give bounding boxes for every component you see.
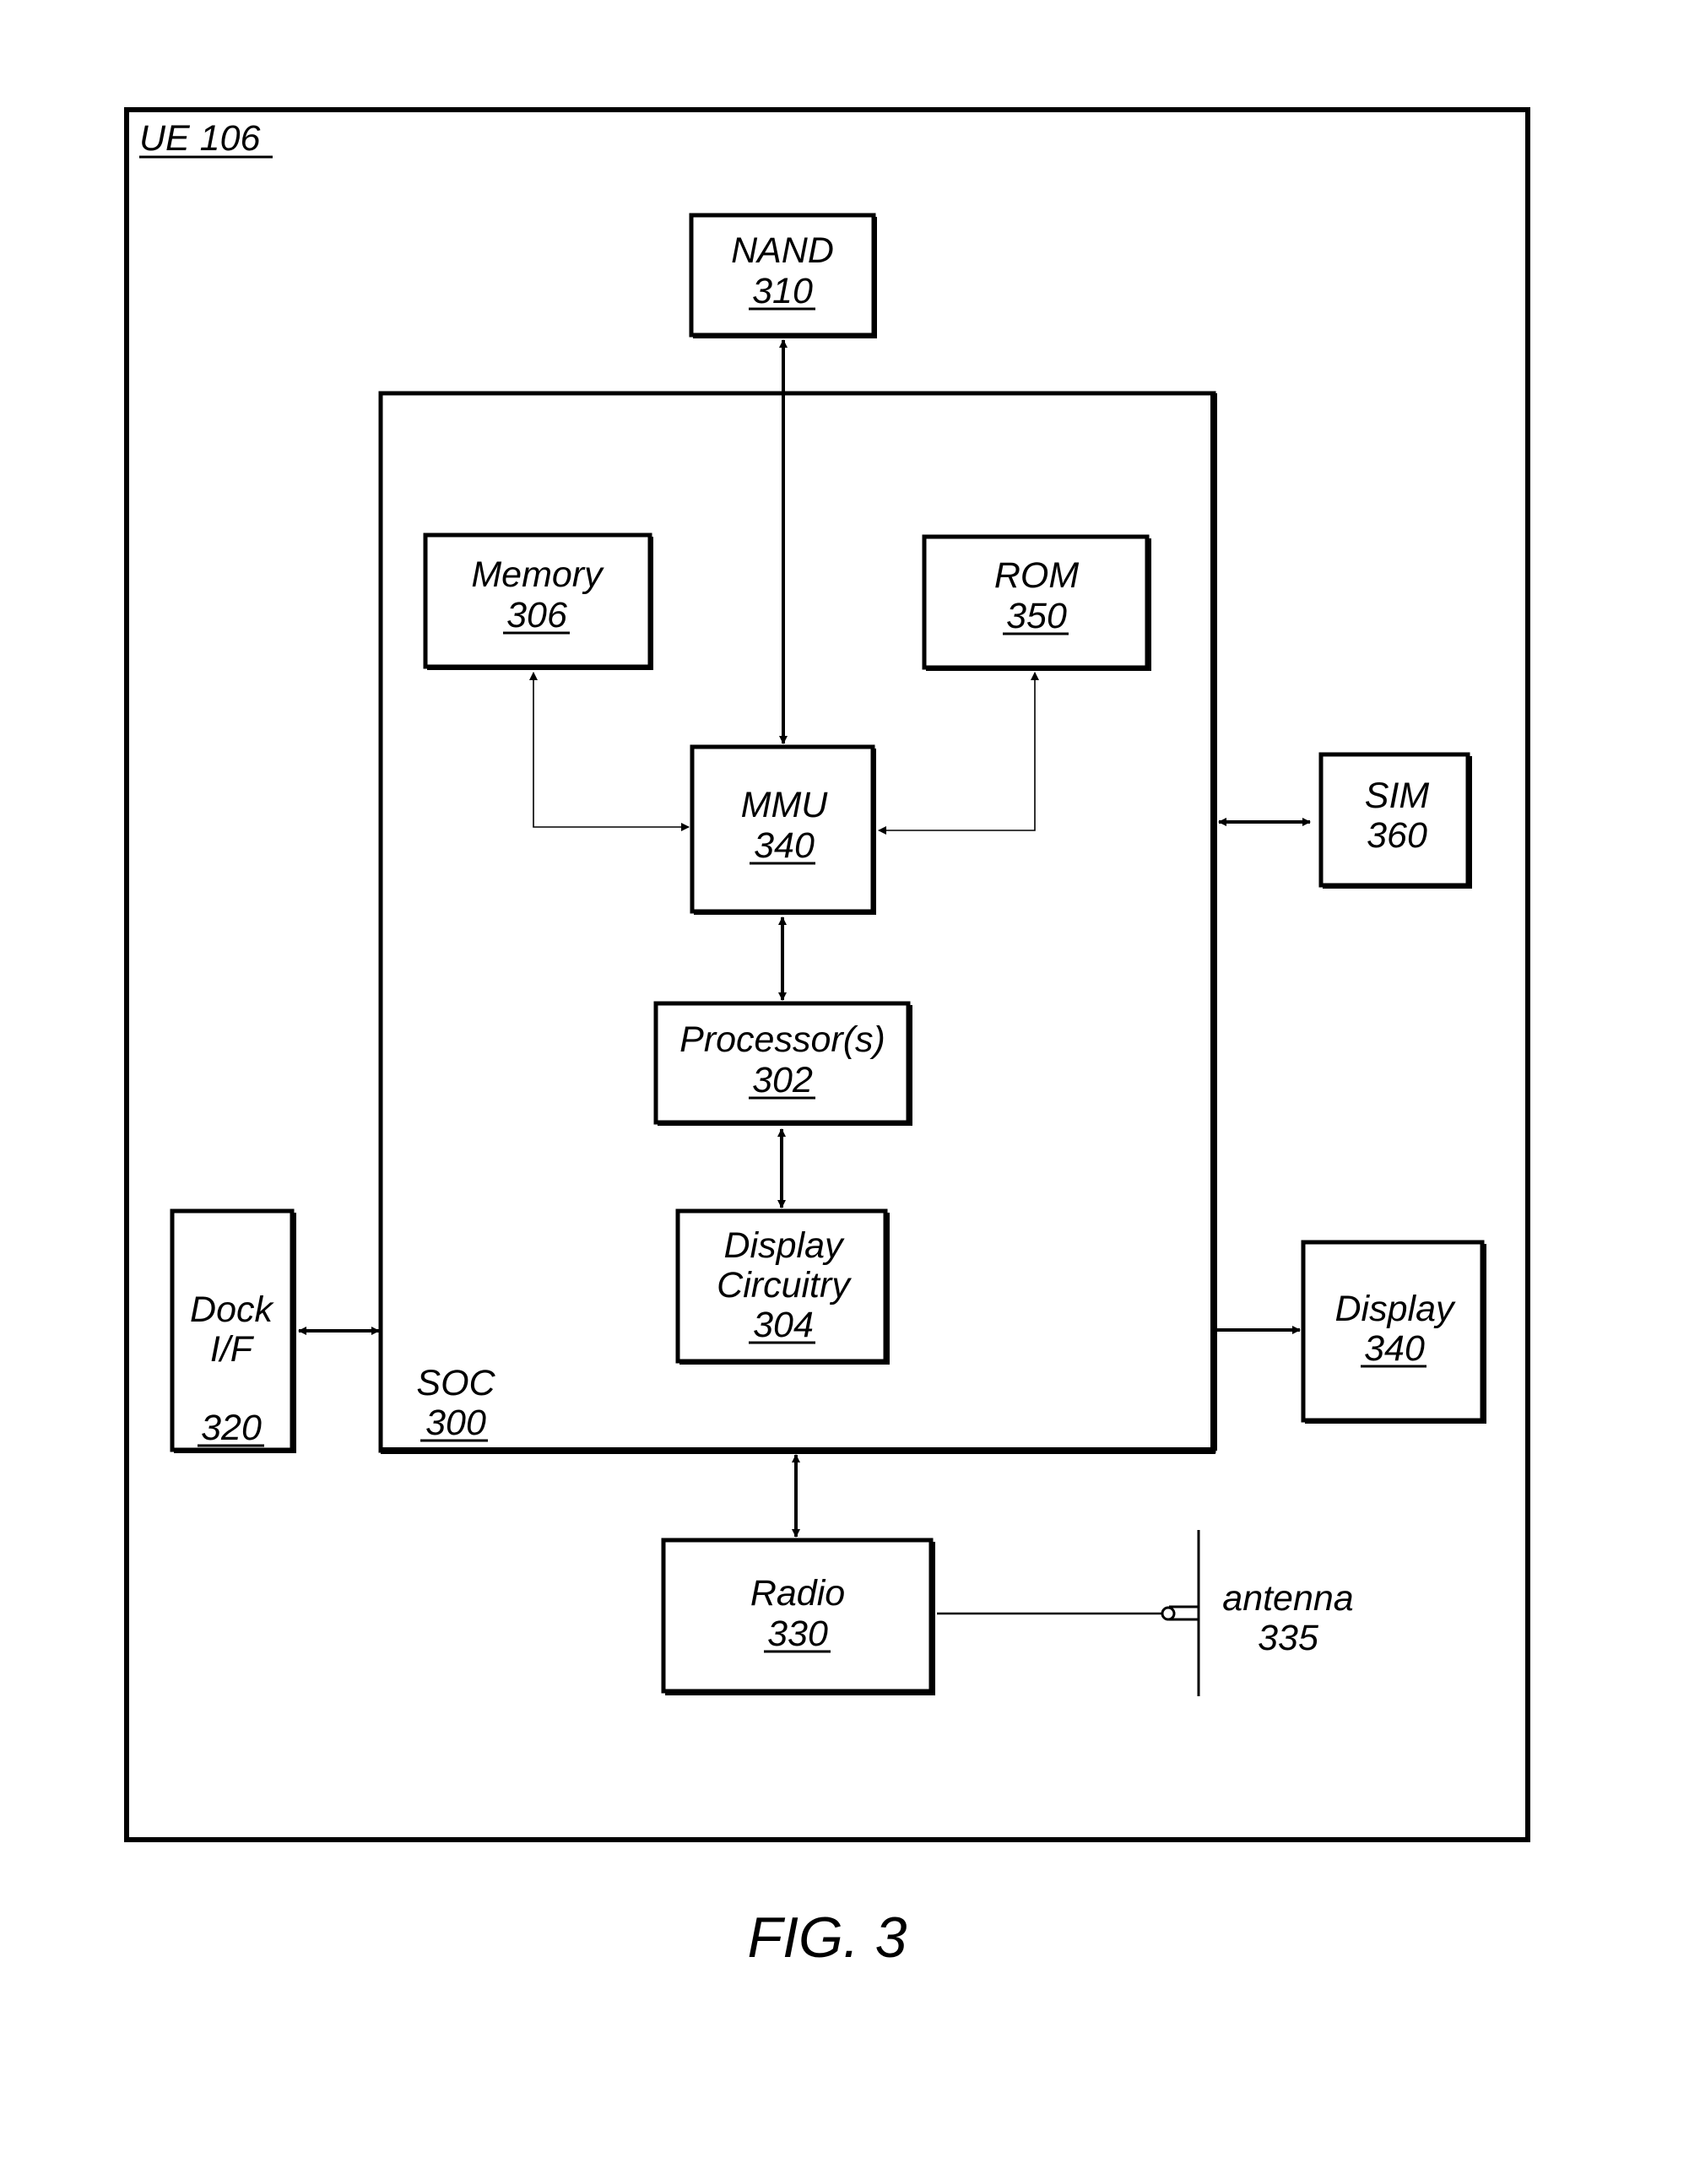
ue-label: UE 106	[139, 118, 261, 159]
dock-ref: 320	[201, 1408, 262, 1448]
soc-ref: 300	[425, 1403, 486, 1443]
antenna-name: antenna	[1222, 1578, 1353, 1619]
soc-name: SOC	[416, 1363, 495, 1403]
mmu-name: MMU	[741, 785, 829, 825]
rom-mmu-arrow	[878, 672, 1039, 835]
sim-360-block: SIM 360	[1318, 752, 1472, 889]
nand-name: NAND	[731, 230, 834, 271]
block-diagram: UE 106 SOC 300 antenna 335 NAND 310 Memo…	[124, 107, 1530, 1970]
display-circuitry-name-line1: Display	[724, 1225, 845, 1266]
rom-name: ROM	[994, 555, 1080, 596]
memory-306-block: Memory 306	[423, 532, 653, 670]
display-name: Display	[1335, 1289, 1456, 1329]
sim-name: SIM	[1365, 776, 1430, 816]
figure-caption: FIG. 3	[748, 1906, 907, 1970]
dock-if-320-block: Dock I/F 320	[170, 1208, 296, 1453]
radio-330-block: Radio 330	[661, 1538, 935, 1695]
memory-ref: 306	[506, 595, 567, 635]
nand-ref: 310	[752, 271, 813, 311]
antenna-335: antenna 335	[1161, 1530, 1354, 1696]
radio-ref: 330	[767, 1614, 828, 1654]
display-circuitry-name-line2: Circuitry	[717, 1265, 852, 1306]
memory-mmu-arrow	[529, 672, 690, 831]
processor-ref: 302	[752, 1060, 813, 1100]
processor-name: Processor(s)	[679, 1019, 885, 1060]
radio-name: Radio	[750, 1573, 845, 1614]
memory-name: Memory	[471, 554, 604, 595]
rom-ref: 350	[1006, 596, 1067, 636]
display-circuitry-ref: 304	[753, 1305, 814, 1345]
dock-name-line1: Dock	[190, 1289, 274, 1330]
display-340-block: Display 340	[1301, 1240, 1486, 1424]
mmu-ref: 340	[754, 825, 815, 866]
display-ref: 340	[1364, 1328, 1425, 1369]
antenna-ref: 335	[1258, 1618, 1319, 1658]
rom-350-block: ROM 350	[922, 534, 1151, 671]
sim-ref: 360	[1367, 815, 1427, 856]
display-circuitry-304-block: Display Circuitry 304	[675, 1208, 890, 1365]
processor-302-block: Processor(s) 302	[653, 1001, 912, 1126]
dock-name-line2: I/F	[210, 1329, 255, 1370]
antenna-feed-icon	[1161, 1606, 1176, 1621]
mmu-340-block: MMU 340	[690, 744, 876, 915]
nand-310-block: NAND 310	[689, 213, 877, 338]
